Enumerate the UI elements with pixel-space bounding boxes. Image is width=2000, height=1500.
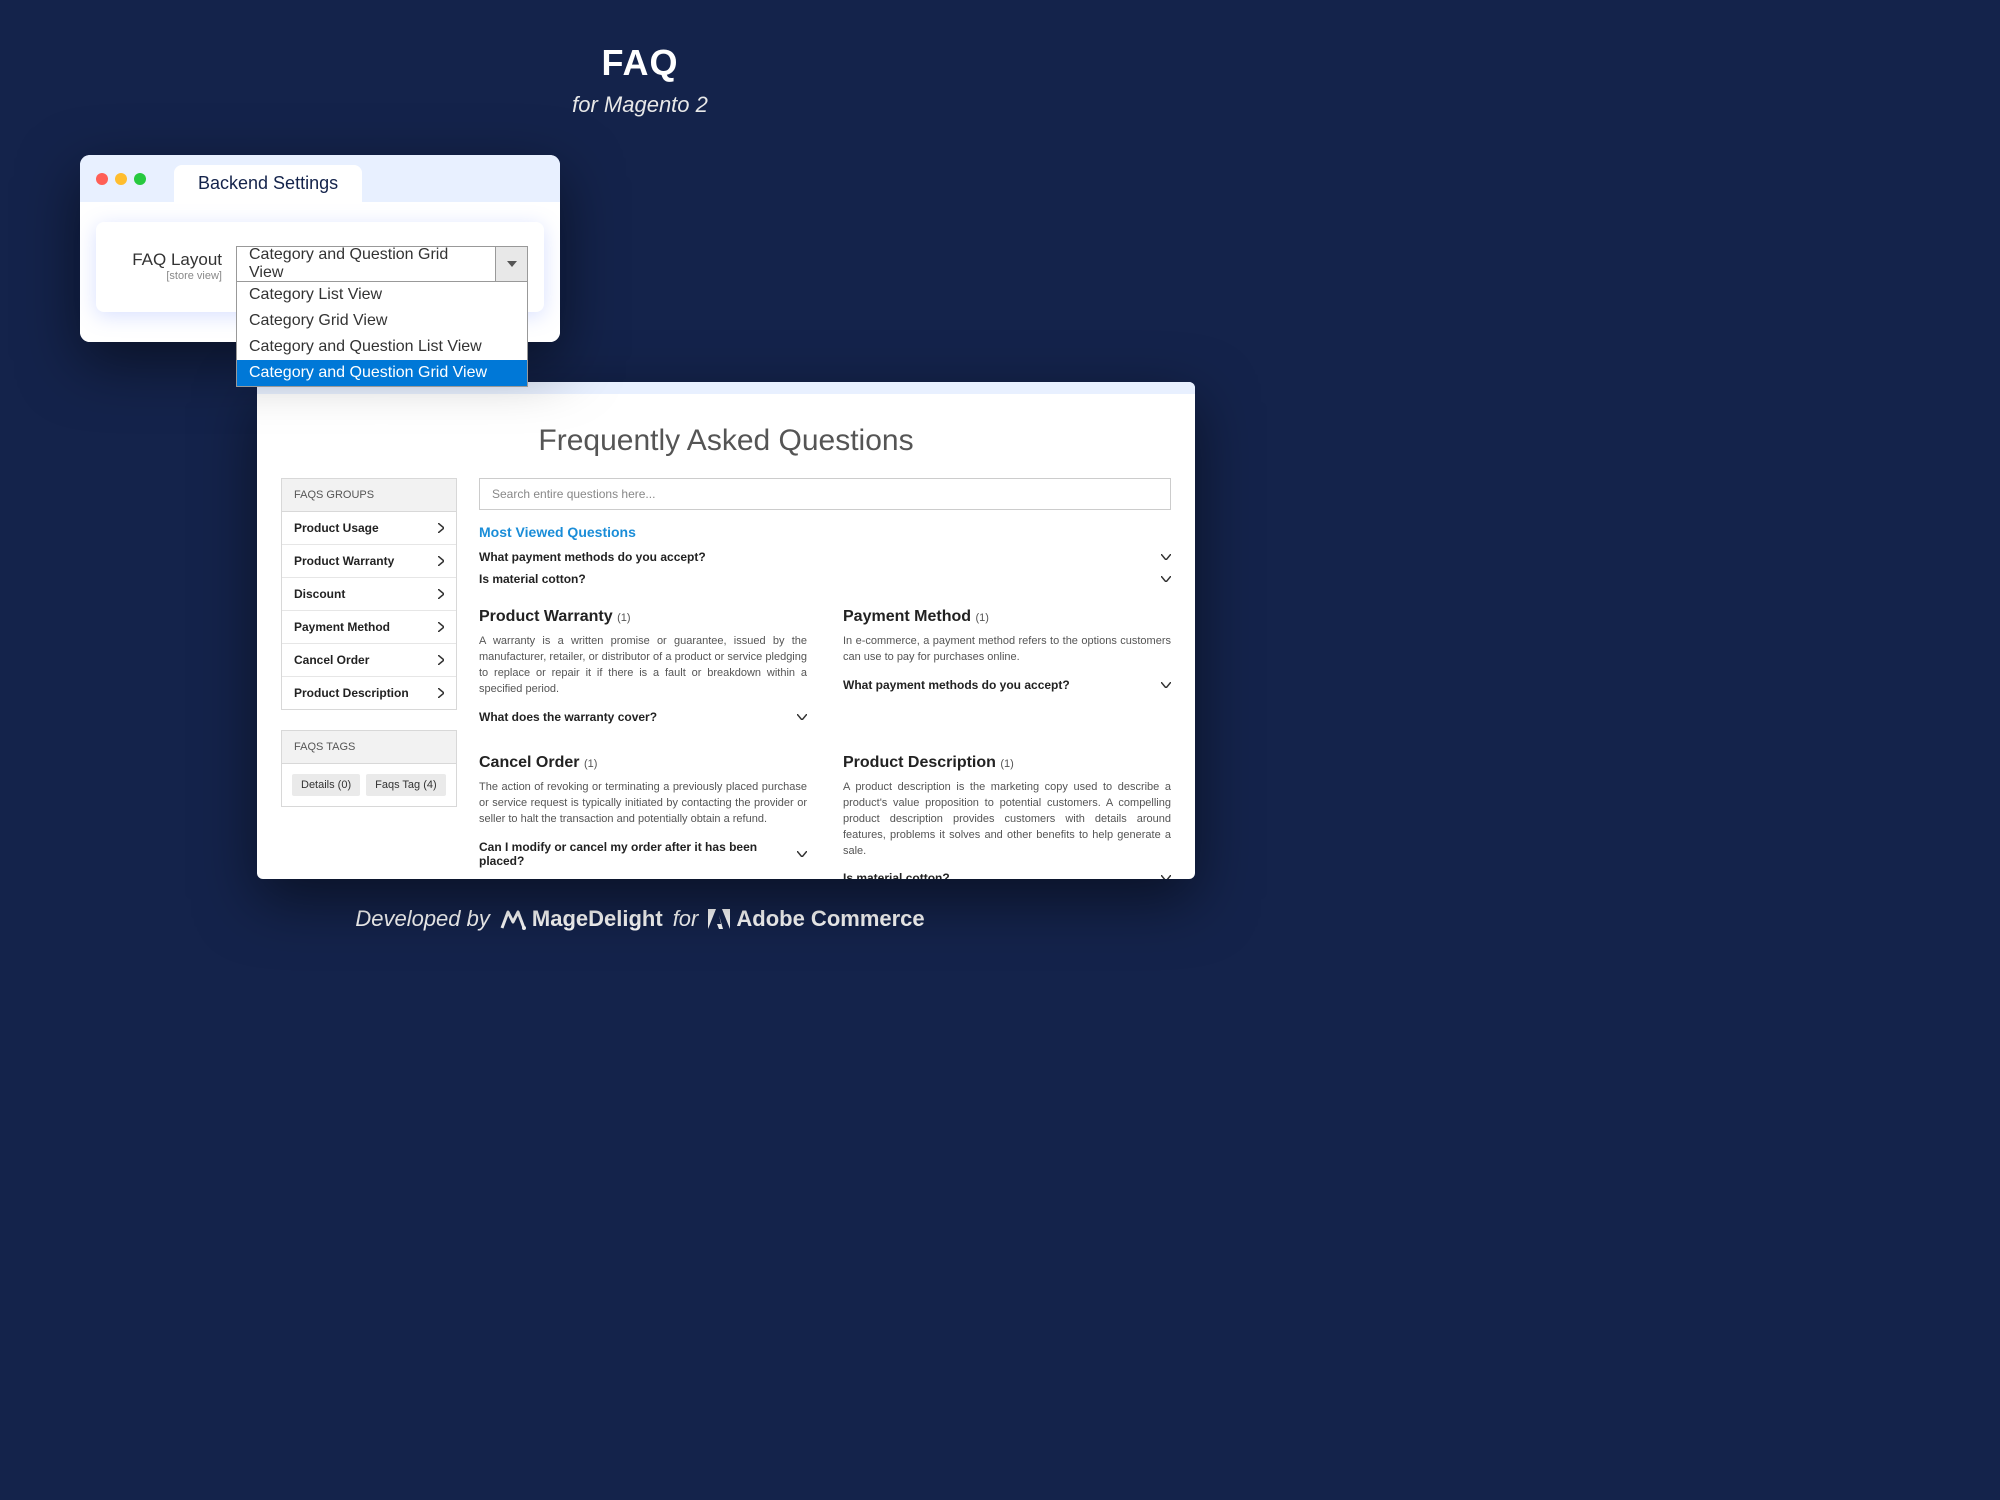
chevron-right-icon bbox=[438, 688, 444, 698]
category-count: (1) bbox=[1000, 758, 1013, 770]
question-text: What does the warranty cover? bbox=[479, 710, 657, 724]
sidebar-item-label: Product Warranty bbox=[294, 554, 394, 568]
tag-details[interactable]: Details (0) bbox=[292, 774, 360, 796]
magedelight-logo: MageDelight bbox=[500, 906, 663, 932]
backend-settings-window: Backend Settings FAQ Layout [store view]… bbox=[80, 155, 560, 342]
category-title: Cancel Order (1) bbox=[479, 754, 807, 772]
search-input[interactable]: Search entire questions here... bbox=[479, 478, 1171, 510]
faqs-groups-header: FAQS GROUPS bbox=[282, 479, 456, 512]
sidebar-item-label: Product Usage bbox=[294, 521, 379, 535]
category-description: A product description is the marketing c… bbox=[843, 780, 1171, 860]
dropdown-option[interactable]: Category Grid View bbox=[237, 308, 527, 334]
question-text: What payment methods do you accept? bbox=[479, 550, 706, 564]
faqs-tags-header: FAQS TAGS bbox=[282, 731, 456, 764]
chevron-down-icon bbox=[1161, 554, 1171, 560]
field-scope: [store view] bbox=[112, 270, 222, 282]
chevron-down-icon bbox=[1161, 576, 1171, 582]
sidebar-item-label: Cancel Order bbox=[294, 653, 369, 667]
category-description: In e-commerce, a payment method refers t… bbox=[843, 634, 1171, 666]
sidebar-item-product-warranty[interactable]: Product Warranty bbox=[282, 545, 456, 578]
page-title: FAQ bbox=[0, 42, 1280, 84]
tag-faqs-tag[interactable]: Faqs Tag (4) bbox=[366, 774, 446, 796]
category-description: The action of revoking or terminating a … bbox=[479, 780, 807, 828]
settings-panel: FAQ Layout [store view] Category and Que… bbox=[96, 222, 544, 312]
chevron-right-icon bbox=[438, 655, 444, 665]
question-row[interactable]: What payment methods do you accept? bbox=[479, 550, 1171, 564]
sidebar: FAQS GROUPS Product Usage Product Warran… bbox=[281, 478, 457, 879]
sidebar-item-product-usage[interactable]: Product Usage bbox=[282, 512, 456, 545]
most-viewed-heading: Most Viewed Questions bbox=[479, 524, 1171, 540]
category-count: (1) bbox=[584, 758, 597, 770]
main-content: Search entire questions here... Most Vie… bbox=[479, 478, 1171, 879]
sidebar-item-label: Payment Method bbox=[294, 620, 390, 634]
sidebar-item-cancel-order[interactable]: Cancel Order bbox=[282, 644, 456, 677]
chevron-down-icon bbox=[797, 714, 807, 720]
dropdown-option-selected[interactable]: Category and Question Grid View bbox=[237, 360, 527, 386]
sidebar-item-label: Discount bbox=[294, 587, 345, 601]
field-label: FAQ Layout bbox=[132, 250, 222, 269]
sidebar-item-product-description[interactable]: Product Description bbox=[282, 677, 456, 709]
select-value: Category and Question Grid View bbox=[237, 246, 495, 282]
faq-page-title: Frequently Asked Questions bbox=[257, 424, 1195, 458]
faqs-tags-box: FAQS TAGS Details (0) Faqs Tag (4) bbox=[281, 730, 457, 807]
category-title: Product Warranty (1) bbox=[479, 608, 807, 626]
question-row[interactable]: What payment methods do you accept? bbox=[843, 678, 1171, 692]
question-row[interactable]: Is material cotton? bbox=[843, 871, 1171, 879]
category-cancel-order: Cancel Order (1) The action of revoking … bbox=[479, 754, 807, 879]
traffic-lights bbox=[96, 173, 146, 185]
sidebar-item-discount[interactable]: Discount bbox=[282, 578, 456, 611]
adobe-icon bbox=[708, 909, 730, 929]
footer-for: for bbox=[673, 906, 699, 932]
category-count: (1) bbox=[975, 612, 988, 624]
dropdown-option[interactable]: Category List View bbox=[237, 282, 527, 308]
footer-developed-by: Developed by bbox=[355, 906, 490, 932]
question-text: Is material cotton? bbox=[843, 871, 950, 879]
question-row[interactable]: What does the warranty cover? bbox=[479, 710, 807, 724]
category-title: Payment Method (1) bbox=[843, 608, 1171, 626]
adobe-commerce-logo: Adobe Commerce bbox=[708, 906, 924, 932]
sidebar-item-label: Product Description bbox=[294, 686, 409, 700]
chevron-down-icon bbox=[495, 247, 527, 281]
category-title: Product Description (1) bbox=[843, 754, 1171, 772]
chevron-down-icon bbox=[1161, 682, 1171, 688]
faq-layout-select[interactable]: Category and Question Grid View bbox=[236, 246, 528, 282]
page-header: FAQ for Magento 2 bbox=[0, 0, 1280, 118]
chevron-down-icon bbox=[797, 851, 807, 857]
chevron-down-icon bbox=[1161, 875, 1171, 879]
minimize-icon[interactable] bbox=[115, 173, 127, 185]
question-text: Is material cotton? bbox=[479, 572, 586, 586]
question-row[interactable]: Is material cotton? bbox=[479, 572, 1171, 586]
chevron-right-icon bbox=[438, 556, 444, 566]
field-label-wrap: FAQ Layout [store view] bbox=[112, 246, 222, 282]
window-titlebar: Backend Settings bbox=[80, 155, 560, 202]
chevron-right-icon bbox=[438, 523, 444, 533]
frontend-faq-window: Frequently Asked Questions FAQS GROUPS P… bbox=[257, 382, 1195, 879]
footer: Developed by MageDelight for Adobe Comme… bbox=[0, 906, 1280, 932]
category-payment-method: Payment Method (1) In e-commerce, a paym… bbox=[843, 608, 1171, 732]
faqs-groups-box: FAQS GROUPS Product Usage Product Warran… bbox=[281, 478, 457, 710]
category-description: A warranty is a written promise or guara… bbox=[479, 634, 807, 698]
question-text: What payment methods do you accept? bbox=[843, 678, 1070, 692]
tab-backend-settings[interactable]: Backend Settings bbox=[174, 165, 362, 202]
chevron-right-icon bbox=[438, 622, 444, 632]
faq-layout-dropdown: Category List View Category Grid View Ca… bbox=[236, 282, 528, 387]
question-row[interactable]: Can I modify or cancel my order after it… bbox=[479, 840, 807, 868]
dropdown-option[interactable]: Category and Question List View bbox=[237, 334, 527, 360]
category-product-warranty: Product Warranty (1) A warranty is a wri… bbox=[479, 608, 807, 732]
question-text: Can I modify or cancel my order after it… bbox=[479, 840, 759, 868]
chevron-right-icon bbox=[438, 589, 444, 599]
maximize-icon[interactable] bbox=[134, 173, 146, 185]
sidebar-item-payment-method[interactable]: Payment Method bbox=[282, 611, 456, 644]
category-product-description: Product Description (1) A product descri… bbox=[843, 754, 1171, 879]
category-count: (1) bbox=[617, 612, 630, 624]
page-subtitle: for Magento 2 bbox=[0, 92, 1280, 118]
close-icon[interactable] bbox=[96, 173, 108, 185]
magedelight-icon bbox=[500, 908, 526, 930]
